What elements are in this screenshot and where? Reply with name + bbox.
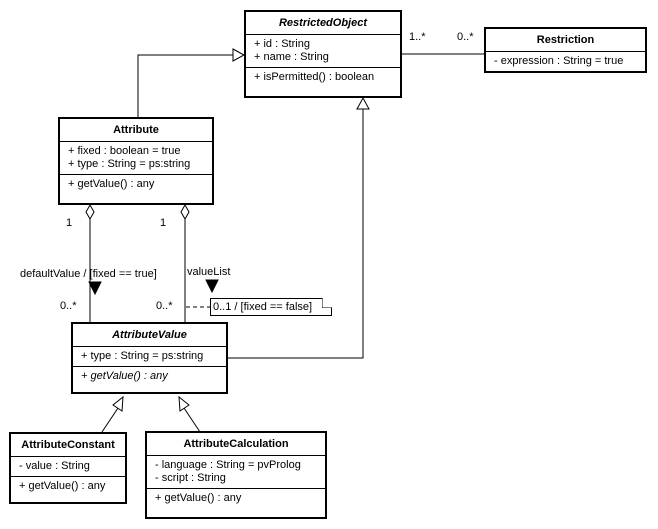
generalization-arrowhead-icon [232, 48, 246, 62]
attribute-row: + type : String = ps:string [68, 158, 191, 170]
class-name: AttributeConstant [11, 434, 125, 457]
attributes-compartment: - language : String = pvProlog - script … [147, 456, 325, 489]
direction-triangle-icon [88, 281, 102, 296]
class-attribute[interactable]: Attribute + fixed : boolean = true + typ… [58, 117, 214, 205]
operation-row: + getValue() : any [155, 492, 242, 504]
role-label-defaultvalue: defaultValue / [fixed == true] [20, 268, 157, 280]
operation-row: + isPermitted() : boolean [254, 71, 375, 83]
note-fold-icon [322, 298, 332, 308]
attribute-row: - script : String [155, 472, 226, 484]
class-name: Restriction [486, 29, 645, 52]
generalization-attributecalculation-to-attributevalue [183, 407, 201, 433]
note-text: 0..1 / [fixed == false] [213, 301, 313, 313]
attributes-compartment: + id : String + name : String [246, 35, 400, 68]
attributes-compartment: + fixed : boolean = true + type : String… [60, 142, 212, 175]
generalization-arrowhead-icon [178, 395, 190, 412]
attribute-row: - expression : String = true [494, 55, 624, 67]
multiplicity-label: 0..* [60, 300, 77, 312]
attribute-row: + id : String [254, 38, 310, 50]
operations-compartment: + getValue() : any [147, 489, 325, 508]
multiplicity-label: 1 [160, 217, 167, 229]
generalization-arrowhead-icon [112, 395, 124, 412]
class-name: RestrictedObject [246, 12, 400, 35]
operations-compartment: + getValue() : any [60, 175, 212, 194]
attribute-row: + type : String = ps:string [81, 350, 204, 362]
operations-compartment: + getValue() : any [11, 477, 125, 496]
class-name: Attribute [60, 119, 212, 142]
attribute-row: + fixed : boolean = true [68, 145, 181, 157]
generalization-attribute-to-restrictedobject [137, 54, 233, 117]
attribute-row: - language : String = pvProlog [155, 459, 301, 471]
attributes-compartment: + type : String = ps:string [73, 347, 226, 367]
multiplicity-label: 0..* [156, 300, 173, 312]
class-name: AttributeCalculation [147, 433, 325, 456]
attribute-row: - value : String [19, 460, 90, 472]
multiplicity-label: 1 [66, 217, 73, 229]
generalization-arrowhead-icon [356, 96, 370, 110]
class-attributecalculation[interactable]: AttributeCalculation - language : String… [145, 431, 327, 519]
class-name: AttributeValue [73, 324, 226, 347]
operation-row: + getValue() : any [81, 370, 168, 382]
attribute-row: + name : String [254, 51, 329, 63]
class-restriction[interactable]: Restriction - expression : String = true [484, 27, 647, 73]
aggregation-diamond-icon [85, 203, 95, 221]
attributes-compartment: - value : String [11, 457, 125, 477]
multiplicity-label: 1..* [409, 31, 426, 43]
class-attributevalue[interactable]: AttributeValue + type : String = ps:stri… [71, 322, 228, 394]
generalization-attributeconstant-to-attributevalue [101, 407, 119, 433]
class-attributeconstant[interactable]: AttributeConstant - value : String + get… [9, 432, 127, 504]
operation-row: + getValue() : any [68, 178, 155, 190]
aggregation-diamond-icon [180, 203, 190, 221]
attributes-compartment: - expression : String = true [486, 52, 645, 71]
operations-compartment: + getValue() : any [73, 367, 226, 386]
role-label-valuelist: valueList [187, 266, 231, 278]
operations-compartment: + isPermitted() : boolean [246, 68, 400, 87]
class-restrictedobject[interactable]: RestrictedObject + id : String + name : … [244, 10, 402, 98]
direction-triangle-icon [205, 279, 219, 294]
operation-row: + getValue() : any [19, 480, 106, 492]
constraint-note[interactable]: 0..1 / [fixed == false] [210, 298, 332, 316]
generalization-attributevalue-to-restrictedobject [227, 109, 364, 359]
multiplicity-label: 0..* [457, 31, 474, 43]
